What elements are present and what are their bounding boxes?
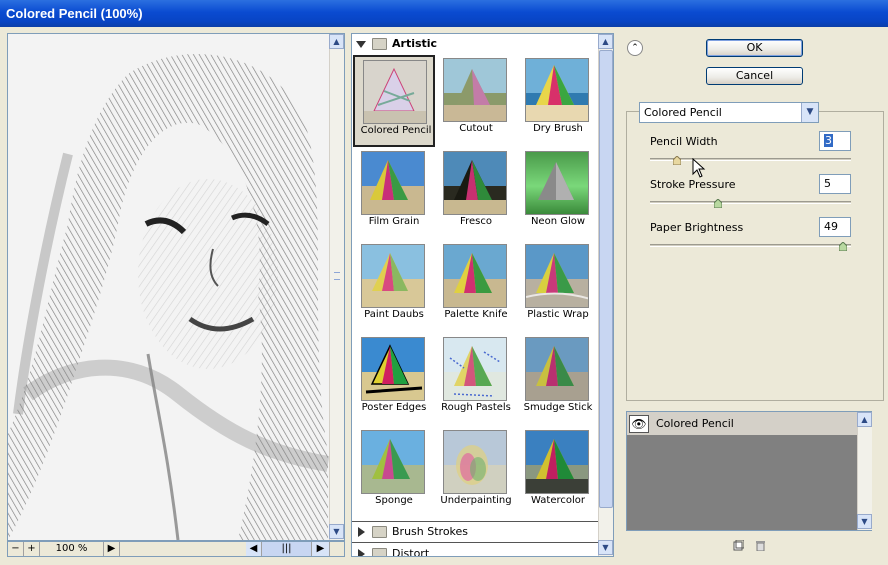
filter-thumbnail bbox=[525, 337, 589, 401]
filter-rough-pastels[interactable]: Rough Pastels bbox=[435, 334, 517, 426]
filter-thumbnail bbox=[443, 430, 507, 494]
effect-layers-panel: 👁 Colored Pencil ▲ ▼ bbox=[626, 411, 872, 531]
filter-thumbnail bbox=[525, 58, 589, 122]
slider-handle-icon[interactable] bbox=[672, 155, 682, 166]
stroke-pressure-slider[interactable] bbox=[650, 201, 851, 204]
filter-fresco[interactable]: Fresco bbox=[435, 148, 517, 240]
layers-vertical-scrollbar[interactable]: ▲ ▼ bbox=[857, 412, 872, 530]
zoom-menu-arrow-icon[interactable]: ▶ bbox=[104, 542, 120, 556]
filter-sponge[interactable]: Sponge bbox=[353, 427, 435, 519]
pencil-width-label: Pencil Width bbox=[650, 135, 718, 148]
zoom-in-button[interactable]: + bbox=[24, 542, 40, 556]
collapse-gallery-icon[interactable]: ⌃ bbox=[627, 40, 643, 56]
filter-smudge-stick[interactable]: Smudge Stick bbox=[517, 334, 599, 426]
chevron-down-icon[interactable]: ▼ bbox=[801, 103, 818, 122]
folder-icon bbox=[372, 548, 387, 556]
zoom-bar: − + 100 % ▶ ◀ ||| ▶ bbox=[7, 541, 345, 557]
filter-film-grain[interactable]: Film Grain bbox=[353, 148, 435, 240]
preview-image[interactable] bbox=[8, 34, 330, 540]
folder-icon bbox=[372, 38, 387, 50]
filter-thumbnail bbox=[363, 60, 427, 124]
filter-poster-edges[interactable]: Poster Edges bbox=[353, 334, 435, 426]
scroll-up-icon[interactable]: ▲ bbox=[598, 34, 613, 49]
filter-thumbnail bbox=[525, 430, 589, 494]
preview-vertical-scrollbar[interactable]: ▲ ▼ bbox=[329, 34, 344, 540]
paper-brightness-slider[interactable] bbox=[650, 244, 851, 247]
paper-brightness-input[interactable]: 49 bbox=[819, 217, 851, 237]
filter-thumbnail bbox=[361, 151, 425, 215]
filter-colored-pencil[interactable]: Colored Pencil bbox=[353, 55, 435, 147]
category-artistic[interactable]: Artistic bbox=[352, 34, 598, 54]
new-layer-icon[interactable] bbox=[733, 539, 745, 551]
window-title: Colored Pencil (100%) bbox=[0, 0, 888, 27]
expanded-triangle-icon bbox=[356, 41, 366, 48]
ok-button[interactable]: OK bbox=[706, 39, 803, 57]
scroll-down-icon[interactable]: ▼ bbox=[857, 514, 872, 529]
cancel-button[interactable]: Cancel bbox=[706, 67, 803, 85]
zoom-level[interactable]: 100 % bbox=[40, 542, 104, 556]
eye-icon[interactable]: 👁 bbox=[629, 415, 649, 433]
filter-thumbnail bbox=[361, 430, 425, 494]
zoom-out-button[interactable]: − bbox=[8, 542, 24, 556]
filter-underpainting[interactable]: Underpainting bbox=[435, 427, 517, 519]
filter-thumbnail bbox=[525, 244, 589, 308]
category-brush-strokes[interactable]: Brush Strokes bbox=[352, 522, 598, 542]
pencil-width-input[interactable]: 3 bbox=[819, 131, 851, 151]
filter-select[interactable]: Colored Pencil ▼ bbox=[639, 102, 819, 123]
trash-icon[interactable] bbox=[755, 540, 766, 552]
category-distort[interactable]: Distort bbox=[352, 544, 598, 556]
filter-gallery: Artistic Colored Pencil Cutout Dry Brush… bbox=[351, 33, 614, 557]
folder-icon bbox=[372, 526, 387, 538]
scroll-down-icon[interactable]: ▼ bbox=[329, 524, 344, 539]
filter-settings-group bbox=[626, 111, 884, 401]
filter-watercolor[interactable]: Watercolor bbox=[517, 427, 599, 519]
filter-plastic-wrap[interactable]: Plastic Wrap bbox=[517, 241, 599, 333]
layer-row[interactable]: 👁 Colored Pencil bbox=[627, 412, 857, 436]
filter-thumbnail bbox=[525, 151, 589, 215]
filter-dry-brush[interactable]: Dry Brush bbox=[517, 55, 599, 147]
filter-neon-glow[interactable]: Neon Glow bbox=[517, 148, 599, 240]
filter-thumbnail bbox=[443, 244, 507, 308]
horizontal-scroll-thumb[interactable]: ||| bbox=[262, 542, 312, 556]
collapsed-triangle-icon bbox=[358, 549, 365, 556]
stroke-pressure-input[interactable]: 5 bbox=[819, 174, 851, 194]
filter-thumbnail bbox=[361, 337, 425, 401]
scroll-up-icon[interactable]: ▲ bbox=[329, 34, 344, 49]
filter-palette-knife[interactable]: Palette Knife bbox=[435, 241, 517, 333]
slider-handle-icon[interactable] bbox=[713, 198, 723, 209]
gallery-vertical-scrollbar[interactable]: ▲ ▼ bbox=[598, 34, 613, 556]
collapsed-triangle-icon bbox=[358, 527, 365, 537]
preview-panel[interactable]: ▲ ▼ bbox=[7, 33, 345, 541]
paper-brightness-label: Paper Brightness bbox=[650, 221, 744, 234]
scroll-right-icon[interactable]: ▶ bbox=[312, 542, 330, 556]
filter-thumbnail bbox=[361, 244, 425, 308]
filter-cutout[interactable]: Cutout bbox=[435, 55, 517, 147]
slider-handle-icon[interactable] bbox=[838, 241, 848, 252]
scroll-left-icon[interactable]: ◀ bbox=[246, 542, 262, 556]
filter-paint-daubs[interactable]: Paint Daubs bbox=[353, 241, 435, 333]
mouse-cursor-icon bbox=[692, 158, 706, 178]
filter-thumbnail bbox=[443, 58, 507, 122]
stroke-pressure-label: Stroke Pressure bbox=[650, 178, 736, 191]
filter-thumbnail bbox=[443, 151, 507, 215]
scroll-down-icon[interactable]: ▼ bbox=[598, 540, 613, 555]
scroll-thumb[interactable] bbox=[334, 272, 340, 280]
scroll-thumb[interactable] bbox=[599, 50, 613, 508]
scroll-up-icon[interactable]: ▲ bbox=[857, 412, 872, 427]
filter-thumbnail bbox=[443, 337, 507, 401]
